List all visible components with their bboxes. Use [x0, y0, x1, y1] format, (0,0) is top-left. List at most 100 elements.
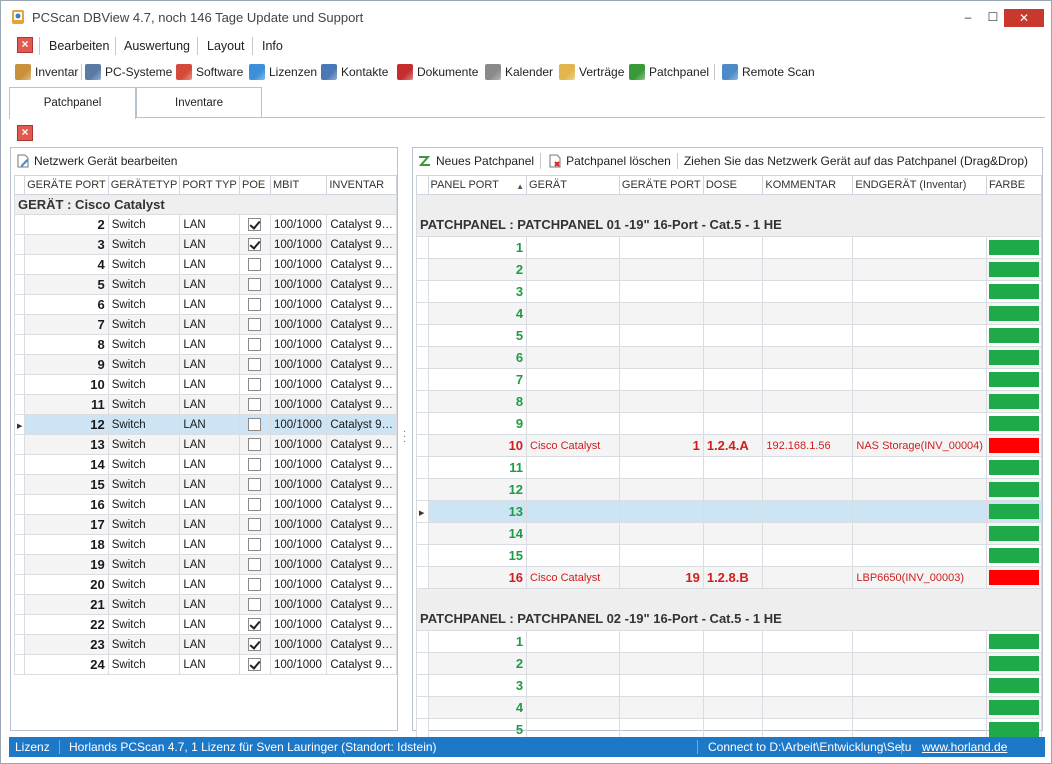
cell-farbe[interactable]	[985, 346, 1043, 369]
cell-inventar[interactable]: Catalyst 9…	[326, 534, 397, 555]
cell-geraete-port[interactable]	[618, 652, 704, 675]
patchpanel-row[interactable]: 3	[416, 280, 1043, 303]
cell-geraete-port[interactable]: 7	[24, 314, 109, 335]
cell-poe[interactable]	[239, 374, 271, 395]
cell-geraete-port[interactable]: 9	[24, 354, 109, 375]
cell-geraete-port[interactable]: 16	[24, 494, 109, 515]
cell-geraet[interactable]	[526, 412, 620, 435]
cell-mbit[interactable]: 100/1000	[269, 294, 328, 315]
cell-dose[interactable]	[702, 390, 764, 413]
poe-checkbox[interactable]	[248, 478, 262, 491]
cell-endgeraet[interactable]	[852, 456, 987, 479]
cell-panel-port[interactable]: 6	[427, 346, 528, 369]
cell-dose[interactable]	[702, 652, 764, 675]
cell-geraete-port[interactable]: 22	[24, 614, 109, 635]
cell-endgeraet[interactable]	[852, 522, 987, 545]
table-row[interactable]: 18 Switch LAN 100/1000 Catalyst 9…	[13, 534, 397, 555]
row-indicator[interactable]	[416, 324, 429, 347]
close-icon[interactable]: ×	[17, 37, 33, 53]
cell-geraete-port[interactable]: 19	[618, 566, 704, 589]
cell-farbe[interactable]	[985, 434, 1043, 457]
cell-port-typ[interactable]: LAN	[179, 474, 241, 495]
cell-panel-port[interactable]: 16	[427, 566, 528, 589]
cell-inventar[interactable]: Catalyst 9…	[326, 294, 397, 315]
row-indicator[interactable]	[416, 652, 429, 675]
poe-checkbox[interactable]	[248, 338, 262, 351]
cell-farbe[interactable]	[985, 236, 1043, 259]
row-indicator[interactable]	[416, 456, 429, 479]
cell-port-typ[interactable]: LAN	[179, 414, 241, 435]
cell-panel-port[interactable]: 13	[427, 500, 528, 523]
patchpanel-row[interactable]: 1	[416, 236, 1043, 259]
cell-mbit[interactable]: 100/1000	[269, 414, 328, 435]
patchpanel-row[interactable]: ▶ 13	[416, 500, 1043, 523]
table-row[interactable]: 14 Switch LAN 100/1000 Catalyst 9…	[13, 454, 397, 475]
cell-geraetetyp[interactable]: Switch	[107, 354, 181, 375]
toolbar-kontakte-button[interactable]: Kontakte	[321, 63, 388, 81]
table-row[interactable]: 15 Switch LAN 100/1000 Catalyst 9…	[13, 474, 397, 495]
table-row[interactable]: 3 Switch LAN 100/1000 Catalyst 9…	[13, 234, 397, 255]
cell-farbe[interactable]	[985, 324, 1043, 347]
cell-inventar[interactable]: Catalyst 9…	[326, 314, 397, 335]
cell-kommentar[interactable]	[762, 258, 854, 281]
cell-inventar[interactable]: Catalyst 9…	[326, 614, 397, 635]
table-row[interactable]: 17 Switch LAN 100/1000 Catalyst 9…	[13, 514, 397, 535]
edit-device-button[interactable]: Netzwerk Gerät bearbeiten	[11, 153, 181, 169]
col-header-farbe[interactable]: FARBE	[985, 175, 1043, 195]
cell-geraete-port[interactable]: 12	[24, 414, 109, 435]
cell-poe[interactable]	[239, 454, 271, 475]
cell-geraet[interactable]	[526, 500, 620, 523]
row-indicator[interactable]	[416, 390, 429, 413]
menu-bearbeiten[interactable]: Bearbeiten	[49, 39, 109, 53]
cell-port-typ[interactable]: LAN	[179, 334, 241, 355]
cell-endgeraet[interactable]	[852, 258, 987, 281]
cell-endgeraet[interactable]	[852, 696, 987, 719]
patchpanel-table[interactable]: PANEL PORT ▲ GERÄT GERÄTE PORT DOSE KOMME…	[416, 175, 1043, 741]
cell-kommentar[interactable]	[762, 302, 854, 325]
table-row[interactable]: 23 Switch LAN 100/1000 Catalyst 9…	[13, 634, 397, 655]
cell-geraetetyp[interactable]: Switch	[107, 534, 181, 555]
cell-kommentar[interactable]	[762, 346, 854, 369]
cell-dose[interactable]: 1.2.8.B	[702, 566, 764, 589]
row-indicator[interactable]	[13, 494, 26, 515]
cell-inventar[interactable]: Catalyst 9…	[326, 434, 397, 455]
cell-geraete-port[interactable]: 23	[24, 634, 109, 655]
row-indicator[interactable]	[416, 630, 429, 653]
cell-farbe[interactable]	[985, 696, 1043, 719]
table-row[interactable]: 24 Switch LAN 100/1000 Catalyst 9…	[13, 654, 397, 675]
cell-port-typ[interactable]: LAN	[179, 234, 241, 255]
cell-mbit[interactable]: 100/1000	[269, 474, 328, 495]
cell-geraetetyp[interactable]: Switch	[107, 474, 181, 495]
row-indicator[interactable]	[416, 478, 429, 501]
poe-checkbox[interactable]	[248, 298, 262, 311]
row-indicator[interactable]	[13, 614, 26, 635]
poe-checkbox[interactable]	[248, 278, 262, 291]
table-row[interactable]: 16 Switch LAN 100/1000 Catalyst 9…	[13, 494, 397, 515]
col-header-geraete-port[interactable]: GERÄTE PORT	[618, 175, 704, 195]
cell-geraete-port[interactable]	[618, 500, 704, 523]
row-indicator[interactable]	[13, 274, 26, 295]
cell-poe[interactable]	[239, 254, 271, 275]
cell-geraet[interactable]	[526, 390, 620, 413]
cell-farbe[interactable]	[985, 500, 1043, 523]
table-row[interactable]: 9 Switch LAN 100/1000 Catalyst 9…	[13, 354, 397, 375]
cell-geraete-port[interactable]	[618, 696, 704, 719]
cell-panel-port[interactable]: 9	[427, 412, 528, 435]
close-window-button[interactable]: ✕	[1004, 9, 1044, 27]
cell-geraete-port[interactable]: 18	[24, 534, 109, 555]
cell-inventar[interactable]: Catalyst 9…	[326, 594, 397, 615]
cell-inventar[interactable]: Catalyst 9…	[326, 234, 397, 255]
cell-geraete-port[interactable]	[618, 324, 704, 347]
cell-geraete-port[interactable]	[618, 302, 704, 325]
cell-port-typ[interactable]: LAN	[179, 394, 241, 415]
cell-geraete-port[interactable]	[618, 522, 704, 545]
cell-geraete-port[interactable]: 10	[24, 374, 109, 395]
cell-endgeraet[interactable]	[852, 544, 987, 567]
table-row[interactable]: 19 Switch LAN 100/1000 Catalyst 9…	[13, 554, 397, 575]
cell-geraet[interactable]	[526, 368, 620, 391]
row-indicator[interactable]: ▶	[416, 500, 429, 523]
cell-mbit[interactable]: 100/1000	[269, 274, 328, 295]
cell-farbe[interactable]	[985, 652, 1043, 675]
cell-poe[interactable]	[239, 474, 271, 495]
toolbar-dokumente-button[interactable]: Dokumente	[397, 63, 478, 81]
